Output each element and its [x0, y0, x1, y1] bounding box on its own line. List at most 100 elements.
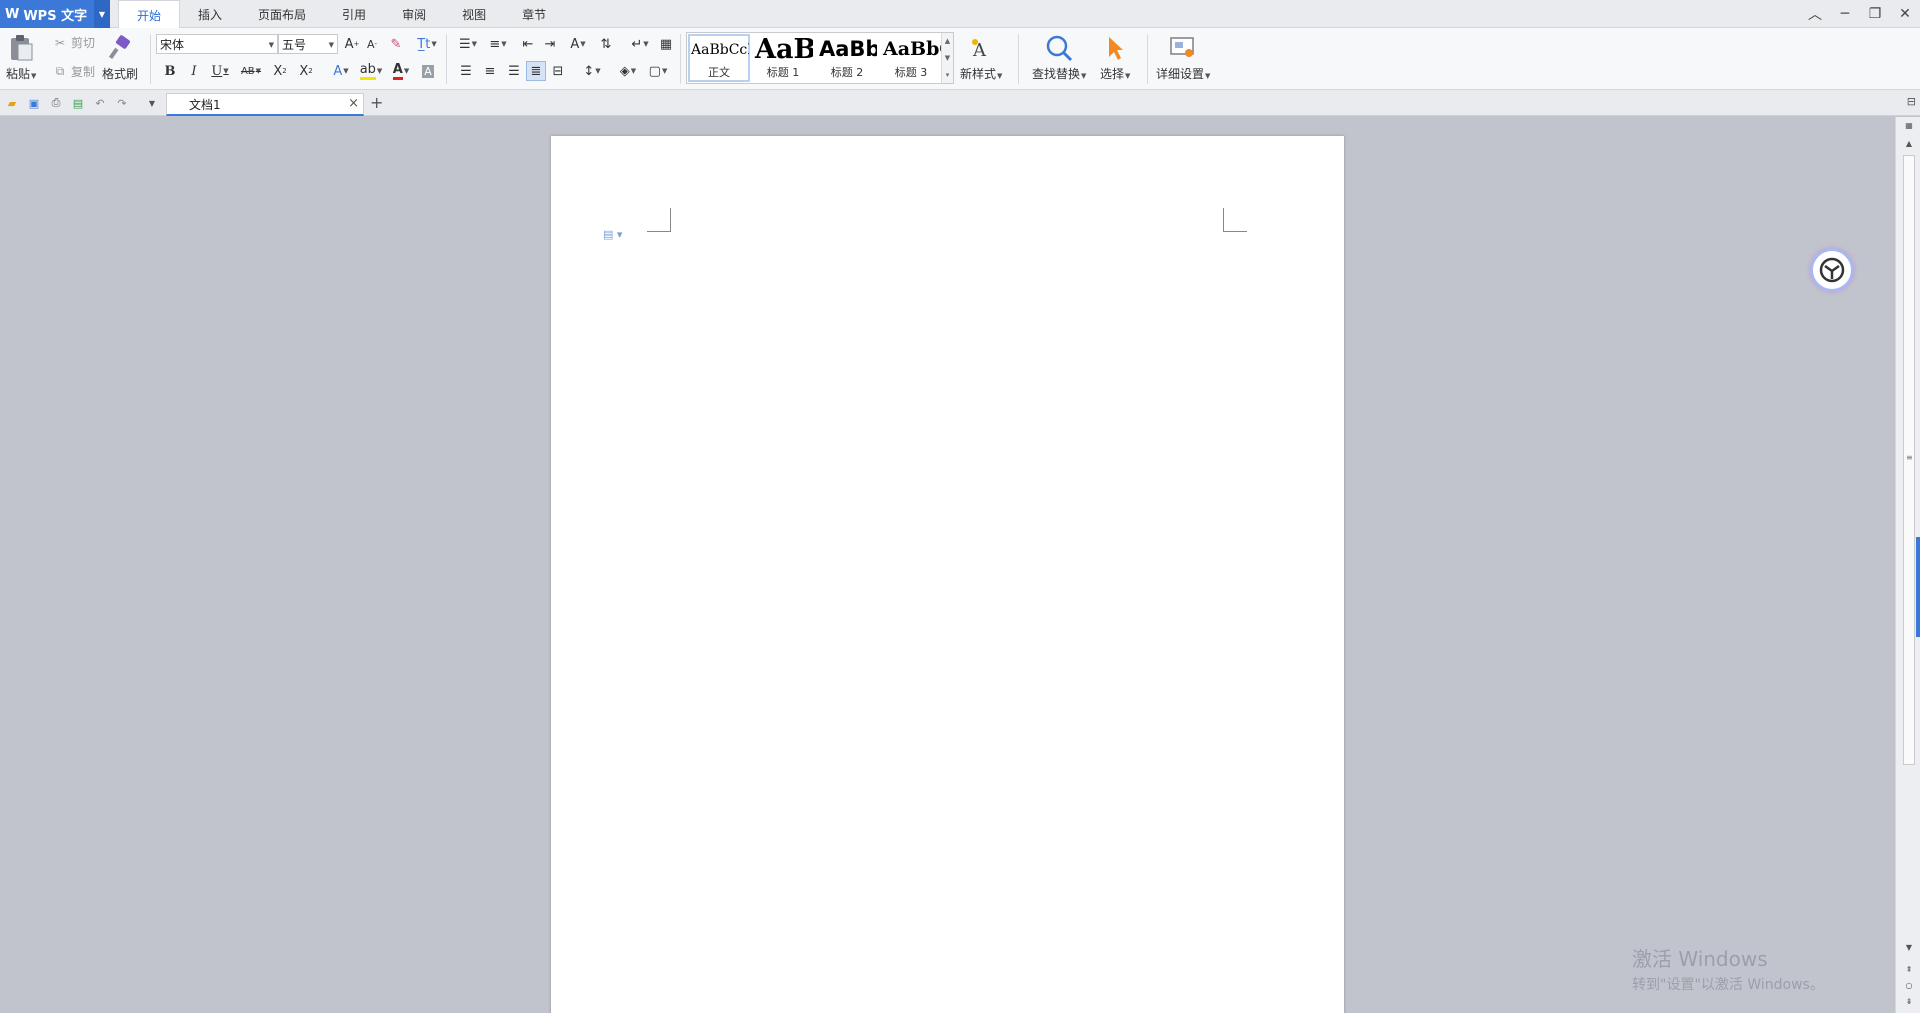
- close-tab-icon[interactable]: ×: [348, 96, 359, 111]
- format-painter-button[interactable]: 格式刷: [102, 30, 138, 82]
- style-heading-3[interactable]: AaBbC 标题 3: [880, 34, 942, 82]
- minimize-icon[interactable]: ─: [1830, 0, 1860, 28]
- activation-watermark: 激活 Windows 转到"设置"以激活 Windows。: [1632, 943, 1824, 994]
- document-canvas[interactable]: ▤ ▾ 激活 Windows 转到"设置"以激活 Windows。: [0, 117, 1895, 1013]
- increase-indent-icon[interactable]: ⇥: [540, 34, 560, 54]
- font-color-icon[interactable]: A ▼: [386, 61, 416, 81]
- vertical-scrollbar[interactable]: ▦ ▲ ≡ ▼ ⇞ ○ ⇟: [1895, 117, 1920, 1013]
- watermark-line1: 激活 Windows: [1632, 947, 1768, 971]
- bold-icon[interactable]: B: [160, 61, 180, 81]
- superscript-icon[interactable]: X2: [270, 61, 290, 81]
- subscript-icon[interactable]: X2: [296, 61, 316, 81]
- redo-icon[interactable]: ↷: [114, 95, 130, 111]
- print-icon[interactable]: ⎙: [48, 95, 64, 111]
- show-marks-icon[interactable]: ↵ ▼: [626, 34, 654, 54]
- ribbon-options-icon[interactable]: ⊟: [1907, 95, 1916, 108]
- chevron-up-icon[interactable]: ▲: [945, 37, 950, 45]
- tab-insert[interactable]: 插入: [180, 0, 240, 28]
- style-sample: AaBbCcD: [691, 42, 749, 58]
- side-panel-toggle[interactable]: [1916, 537, 1920, 637]
- select-button[interactable]: 选择▼: [1100, 30, 1130, 82]
- align-right-icon[interactable]: ☰: [504, 61, 524, 81]
- cursor-arrow-icon: [1100, 33, 1130, 63]
- cut-button[interactable]: ✂ 剪切: [52, 34, 95, 51]
- underline-icon[interactable]: U ▼: [206, 61, 234, 81]
- app-menu-dropdown-icon[interactable]: ▼: [94, 0, 110, 28]
- document-page[interactable]: ▤ ▾: [551, 136, 1344, 1013]
- chevron-down-icon[interactable]: ▼: [945, 54, 950, 62]
- text-effect-icon[interactable]: A ▼: [326, 61, 356, 81]
- style-normal[interactable]: AaBbCcD 正文: [688, 34, 750, 82]
- settings-icon: [1168, 33, 1198, 63]
- copy-button[interactable]: ⧉ 复制: [52, 63, 95, 80]
- collapse-ribbon-icon[interactable]: ︿: [1800, 0, 1830, 28]
- align-left-icon[interactable]: ☰: [456, 61, 476, 81]
- close-icon[interactable]: ✕: [1890, 0, 1920, 28]
- font-size-select[interactable]: 五号 ▼: [278, 34, 338, 54]
- styles-scroll[interactable]: ▲ ▼ ▾: [941, 33, 953, 83]
- chevron-down-icon: ▼: [328, 41, 334, 49]
- divider: [1018, 34, 1019, 84]
- distribute-icon[interactable]: ⊟: [548, 61, 568, 81]
- document-tab[interactable]: 文档1 ×: [166, 93, 364, 116]
- tab-references[interactable]: 引用: [324, 0, 384, 28]
- print-preview-icon[interactable]: ▤: [70, 95, 86, 111]
- decrease-indent-icon[interactable]: ⇤: [518, 34, 538, 54]
- highlight-icon[interactable]: ab ▼: [356, 61, 386, 81]
- new-tab-icon[interactable]: +: [370, 93, 383, 112]
- scroll-grip-icon: ≡: [1906, 453, 1913, 462]
- scroll-thumb[interactable]: ≡: [1903, 155, 1915, 765]
- select-browse-object-icon[interactable]: ○: [1903, 981, 1915, 990]
- grow-font-icon[interactable]: A +: [342, 34, 362, 54]
- style-name: 正文: [708, 66, 730, 79]
- phonetic-guide-icon[interactable]: T̲t ▼: [412, 34, 442, 54]
- tab-view[interactable]: 视图: [444, 0, 504, 28]
- align-center-icon[interactable]: ≡: [480, 61, 500, 81]
- tab-review[interactable]: 审阅: [384, 0, 444, 28]
- style-heading-2[interactable]: AaBb( 标题 2: [816, 34, 878, 82]
- detail-settings-button[interactable]: 详细设置▼: [1156, 30, 1210, 82]
- find-replace-button[interactable]: 查找替换▼: [1032, 30, 1086, 82]
- chinese-layout-icon[interactable]: A ▼: [564, 34, 592, 54]
- restore-icon[interactable]: ❐: [1860, 0, 1890, 28]
- divider: [150, 34, 151, 84]
- customize-quick-access-icon[interactable]: ▼: [144, 95, 160, 111]
- font-family-select[interactable]: 宋体 ▼: [156, 34, 278, 54]
- paragraph-options-icon[interactable]: ▤ ▾: [603, 228, 622, 241]
- quick-access-bar: ▰ ▣ ⎙ ▤ ↶ ↷ ▼ 文档1 × + ⊟: [0, 90, 1920, 116]
- scroll-up-icon[interactable]: ▲: [1903, 139, 1915, 148]
- border-icon[interactable]: ▢ ▼: [644, 61, 672, 81]
- numbered-list-icon[interactable]: ≡ ▼: [484, 34, 512, 54]
- paste-icon: [6, 33, 36, 63]
- save-icon[interactable]: ▣: [26, 95, 42, 111]
- tab-section[interactable]: 章节: [504, 0, 564, 28]
- line-spacing-icon[interactable]: ↕ ▼: [578, 61, 606, 81]
- assistant-float-icon[interactable]: [1810, 248, 1854, 292]
- paste-button[interactable]: 粘贴▼: [6, 30, 36, 82]
- tab-home[interactable]: 开始: [118, 0, 181, 29]
- divider: [446, 34, 447, 84]
- new-style-button[interactable]: A 新样式▼: [960, 30, 1002, 82]
- justify-icon[interactable]: ≣: [526, 61, 546, 81]
- sort-icon[interactable]: ⇅: [596, 34, 616, 54]
- tab-page-layout[interactable]: 页面布局: [240, 0, 324, 28]
- scroll-down-icon[interactable]: ▼: [1903, 943, 1915, 952]
- divider: [680, 34, 681, 84]
- clear-format-icon[interactable]: ✎: [386, 34, 406, 54]
- divider: [1147, 34, 1148, 84]
- open-folder-icon[interactable]: ▰: [4, 95, 20, 111]
- table-icon[interactable]: ▦: [656, 34, 676, 54]
- bullet-list-icon[interactable]: ☰ ▼: [454, 34, 482, 54]
- style-heading-1[interactable]: AaB 标题 1: [752, 34, 814, 82]
- next-page-icon[interactable]: ⇟: [1903, 997, 1915, 1006]
- shading-icon[interactable]: ◈ ▼: [614, 61, 642, 81]
- previous-page-icon[interactable]: ⇞: [1903, 965, 1915, 974]
- undo-icon[interactable]: ↶: [92, 95, 108, 111]
- strikethrough-icon[interactable]: AB ▼: [236, 61, 266, 81]
- shrink-font-icon[interactable]: A-: [362, 34, 382, 54]
- expand-icon[interactable]: ▾: [946, 71, 950, 79]
- char-shading-icon[interactable]: A: [418, 61, 438, 81]
- app-menu-button[interactable]: W WPS 文字: [0, 0, 94, 28]
- italic-icon[interactable]: I: [184, 61, 204, 81]
- split-view-icon[interactable]: ▦: [1903, 121, 1915, 130]
